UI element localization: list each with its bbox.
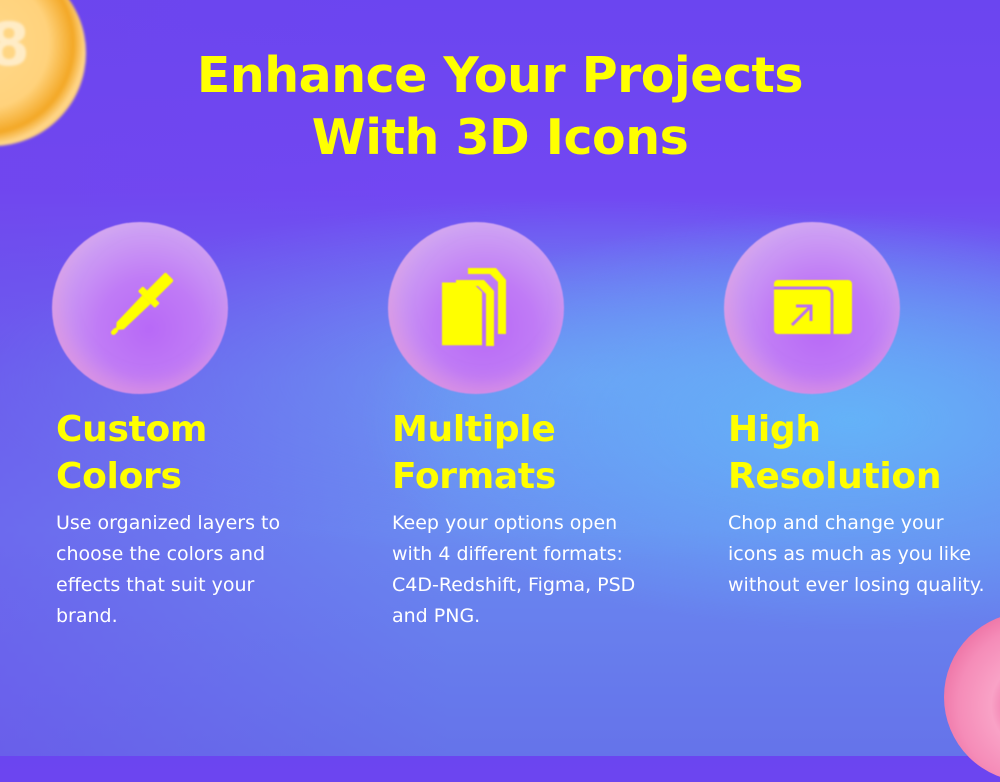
feature-description: Use organized layers to choose the color… (56, 512, 281, 627)
stacked-files-icon (442, 268, 506, 346)
feature-heading-line-1: Custom (56, 409, 208, 450)
page-title: Enhance Your Projects With 3D Icons (0, 45, 1000, 169)
feature-multiple-formats: Multiple Formats Keep your options open … (388, 222, 692, 632)
feature-heading: High Resolution (728, 406, 1000, 500)
feature-heading-line-2: Colors (56, 456, 182, 497)
feature-description: Keep your options open with 4 different … (392, 512, 636, 627)
icon-bubble (724, 222, 900, 394)
feature-heading-line-2: Resolution (728, 456, 942, 497)
feature-custom-colors: Custom Colors Use organized layers to ch… (52, 222, 356, 632)
feature-heading: Custom Colors (56, 406, 356, 500)
eyedropper-icon (110, 272, 174, 336)
icon-bubble (52, 222, 228, 394)
resize-window-icon (774, 280, 852, 334)
icon-bubble (388, 222, 564, 394)
feature-high-resolution: High Resolution Chop and change your ico… (724, 222, 1000, 601)
feature-heading-line-1: Multiple (392, 409, 556, 450)
donut-icon (944, 612, 1000, 782)
feature-description: Chop and change your icons as much as yo… (728, 512, 985, 596)
feature-heading: Multiple Formats (392, 406, 692, 500)
feature-heading-line-1: High (728, 409, 821, 450)
title-line-2: With 3D Icons (311, 109, 689, 166)
feature-heading-line-2: Formats (392, 456, 556, 497)
title-line-1: Enhance Your Projects (196, 47, 804, 104)
